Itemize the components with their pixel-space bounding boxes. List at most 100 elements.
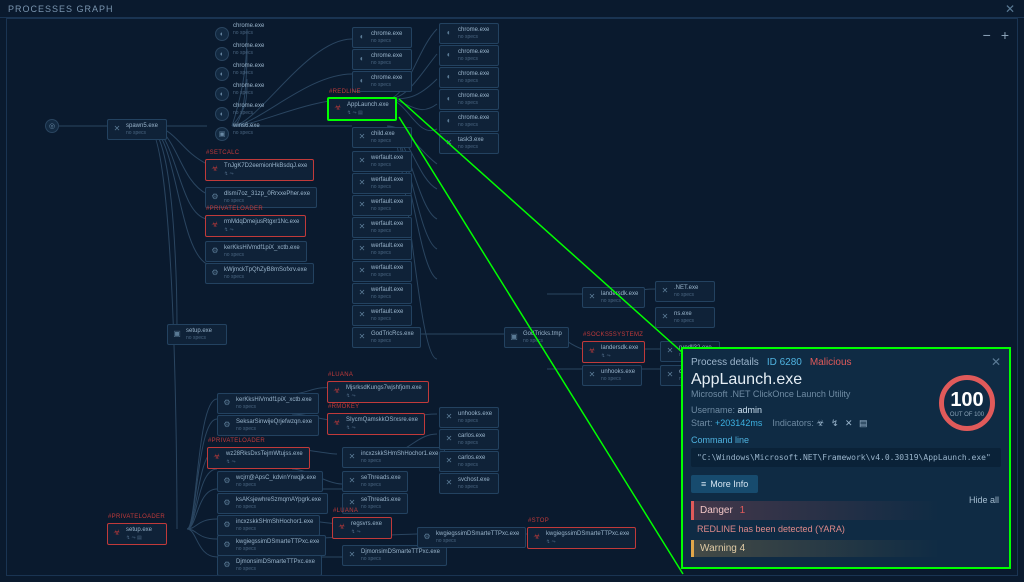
chrome-icon: ◐: [444, 93, 454, 103]
warning-section[interactable]: Warning 4: [691, 540, 1001, 557]
process-node[interactable]: ◐chrome.exeno specs: [439, 67, 499, 88]
process-node[interactable]: ▣ setup.exeno specs: [167, 324, 227, 345]
process-node[interactable]: ✕werfault.exeno specs: [352, 261, 412, 282]
threat-tag: #REDLINE: [329, 89, 361, 95]
process-node-malicious[interactable]: #RMOKEY ☣ SIycmQamskkOSrxsre.exe↯ ⤳: [327, 413, 425, 435]
close-icon[interactable]: ✕: [1005, 2, 1016, 16]
process-node[interactable]: ✕child.exeno specs: [352, 127, 412, 148]
process-node[interactable]: ✕DjmonsimDSmarteTTPxc.exeno specs: [342, 545, 447, 566]
process-node[interactable]: ⚙ kWjmckTpQhZyB8mSofxrv.exeno specs: [205, 263, 314, 284]
biohazard-icon: ☣: [332, 385, 342, 395]
process-node[interactable]: ⚙wcjrr@ApsC_kdvinYrwqjk.exeno specs: [217, 471, 323, 492]
process-node[interactable]: ✕werfault.exeno specs: [352, 283, 412, 304]
chrome-icon: ◐: [444, 71, 454, 81]
process-node[interactable]: ✕werfault.exeno specs: [352, 239, 412, 260]
commandline-label: Command line: [683, 432, 1009, 446]
process-node[interactable]: ⚙kerKksHiVmdf1piX_xctb.exeno specs: [217, 393, 319, 414]
chrome-icon[interactable]: ◐: [215, 107, 229, 121]
username-value: admin: [738, 405, 763, 415]
process-node[interactable]: ✕.NET.exeno specs: [655, 281, 715, 302]
graph-canvas[interactable]: − +: [6, 18, 1018, 576]
list-icon: ≡: [701, 479, 706, 489]
process-node[interactable]: ◐chrome.exeno specs: [439, 89, 499, 110]
wrench-icon: ✕: [587, 291, 597, 301]
process-node[interactable]: chrome.exeno specs: [233, 63, 293, 76]
wrench-icon: ✕: [357, 199, 367, 209]
process-node-malicious[interactable]: #PRIVATELOADER ☣ rmMdqDmejusRtgxr1Nc.exe…: [205, 215, 306, 237]
process-node[interactable]: chrome.exeno specs: [233, 23, 293, 36]
process-node[interactable]: ✕werfault.exeno specs: [352, 173, 412, 194]
process-node[interactable]: ⚙ dlsmi7oz_31zp_0RrxxePher.exeno specs: [205, 187, 317, 208]
process-node[interactable]: ⚙ kerKksHiVmdf1piX_xctb.exeno specs: [205, 241, 307, 262]
wins-icon[interactable]: ▣: [215, 127, 229, 141]
process-node-malicious[interactable]: #PRIVATELOADER ☣ wz28RksDxsTejmWtujss.ex…: [207, 447, 310, 469]
chrome-icon[interactable]: ◐: [215, 27, 229, 41]
process-node-malicious[interactable]: #SETCALC ☣ TnJgK7D2eemionHkBsdqJ.exe↯ ⤳: [205, 159, 314, 181]
more-info-button[interactable]: ≡ More Info: [691, 475, 758, 493]
process-node-highlighted[interactable]: #REDLINE ☣ AppLaunch.exe↯ ⤳ ▤: [327, 97, 397, 121]
chrome-icon: ◐: [357, 53, 367, 63]
process-node[interactable]: ✕seThreads.exeno specs: [342, 471, 408, 492]
process-node[interactable]: ✕carlos.exeno specs: [439, 429, 499, 450]
chrome-icon[interactable]: ◐: [215, 87, 229, 101]
wrench-icon: ✕: [357, 243, 367, 253]
process-node[interactable]: ⚙DjmonsimDSmarteTTPxc.exeno specs: [217, 555, 322, 576]
process-node[interactable]: ⚙SeksarSinwijeQrjefwzqn.exeno specs: [217, 415, 319, 436]
chrome-icon: ◐: [444, 115, 454, 125]
process-node-malicious[interactable]: #STOP ☣ kwgiegssimDSmarteTTPxc.exe↯ ⤳: [527, 527, 636, 549]
gear-icon: ⚙: [222, 397, 232, 407]
chrome-icon[interactable]: ◐: [215, 47, 229, 61]
process-node[interactable]: ✕werfault.exeno specs: [352, 195, 412, 216]
process-node[interactable]: chrome.exeno specs: [233, 103, 293, 116]
process-node[interactable]: ✕ns.exeno specs: [655, 307, 715, 328]
process-node[interactable]: ✕landersdk.exeno specs: [582, 287, 645, 308]
process-node[interactable]: ✕werfault.exeno specs: [352, 151, 412, 172]
process-node[interactable]: ⚙kwgiegssimDSmarteTTPxc.exeno specs: [217, 535, 326, 556]
process-node[interactable]: ✕unhooks.exeno specs: [439, 407, 499, 428]
process-node[interactable]: ✕unhooks.exeno specs: [582, 365, 642, 386]
process-node[interactable]: ✕werfault.exeno specs: [352, 305, 412, 326]
process-node[interactable]: ✕GodTricRcs.exeno specs: [352, 327, 421, 348]
process-node-malicious[interactable]: #PRIVATELOADER ☣ setup.exe↯ ⤳ ▤: [107, 523, 167, 545]
process-node[interactable]: ◐chrome.exeno specs: [352, 71, 412, 92]
process-node[interactable]: ⚙incxzskkSHmShHochor1.exeno specs: [217, 515, 320, 536]
process-node[interactable]: ✕ spawn5.exe no specs: [107, 119, 167, 140]
threat-tag: #STOP: [528, 518, 549, 524]
process-node[interactable]: wins6.exeno specs: [233, 123, 293, 136]
zoom-out-button[interactable]: −: [983, 27, 991, 43]
start-value: +203142ms: [715, 418, 762, 428]
threat-score: 100 OUT OF 100: [939, 375, 995, 431]
process-node-malicious[interactable]: #LUANA ☣ regsvrs.exe↯ ⤳: [332, 517, 392, 539]
process-node[interactable]: ▣GodTricks.tmpno specs: [504, 327, 569, 348]
biohazard-icon: ☣: [112, 527, 122, 537]
process-node[interactable]: chrome.exeno specs: [233, 43, 293, 56]
biohazard-icon: ☣: [210, 219, 220, 229]
zoom-in-button[interactable]: +: [1001, 27, 1009, 43]
wrench-icon: ✕: [357, 155, 367, 165]
process-node-malicious[interactable]: #LUANA ☣ MjsrksdKungs7wjshfjom.exe↯ ⤳: [327, 381, 429, 403]
process-node[interactable]: ◐chrome.exeno specs: [352, 27, 412, 48]
wrench-icon: ✕: [357, 309, 367, 319]
process-node[interactable]: ✕werfault.exeno specs: [352, 217, 412, 238]
process-node[interactable]: ✕task3.exeno specs: [439, 133, 499, 154]
process-node[interactable]: ◐chrome.exeno specs: [439, 45, 499, 66]
chrome-icon[interactable]: ◐: [215, 67, 229, 81]
process-node[interactable]: ✕carlos.exeno specs: [439, 451, 499, 472]
process-node[interactable]: ✕svchost.exeno specs: [439, 473, 499, 494]
process-node[interactable]: ◐chrome.exeno specs: [439, 111, 499, 132]
wrench-icon: ✕: [357, 265, 367, 275]
process-node[interactable]: chrome.exeno specs: [233, 83, 293, 96]
process-node[interactable]: ⚙ksAKsjewhreSzmqmAYpgrk.exeno specs: [217, 493, 328, 514]
biohazard-icon: ☣: [337, 521, 347, 531]
danger-section[interactable]: Danger 1: [691, 501, 1001, 520]
hide-all-link[interactable]: Hide all: [969, 495, 999, 505]
process-node-malicious[interactable]: #SOCKS5SYSTEMZ ☣ landersdk.exe↯ ⤳: [582, 341, 645, 363]
commandline-value[interactable]: "C:\Windows\Microsoft.NET\Framework\v4.0…: [691, 448, 1001, 467]
threat-tag: #SETCALC: [206, 150, 239, 156]
process-node[interactable]: ⚙kwgiegssimDSmarteTTPxc.exeno specs: [417, 527, 526, 548]
root-process-icon[interactable]: ◎: [45, 119, 59, 133]
process-node[interactable]: ◐chrome.exeno specs: [439, 23, 499, 44]
process-node[interactable]: ✕incxzskkSHmShHochor1.exeno specs: [342, 447, 445, 468]
details-close-icon[interactable]: ✕: [991, 355, 1001, 369]
process-node[interactable]: ◐chrome.exeno specs: [352, 49, 412, 70]
